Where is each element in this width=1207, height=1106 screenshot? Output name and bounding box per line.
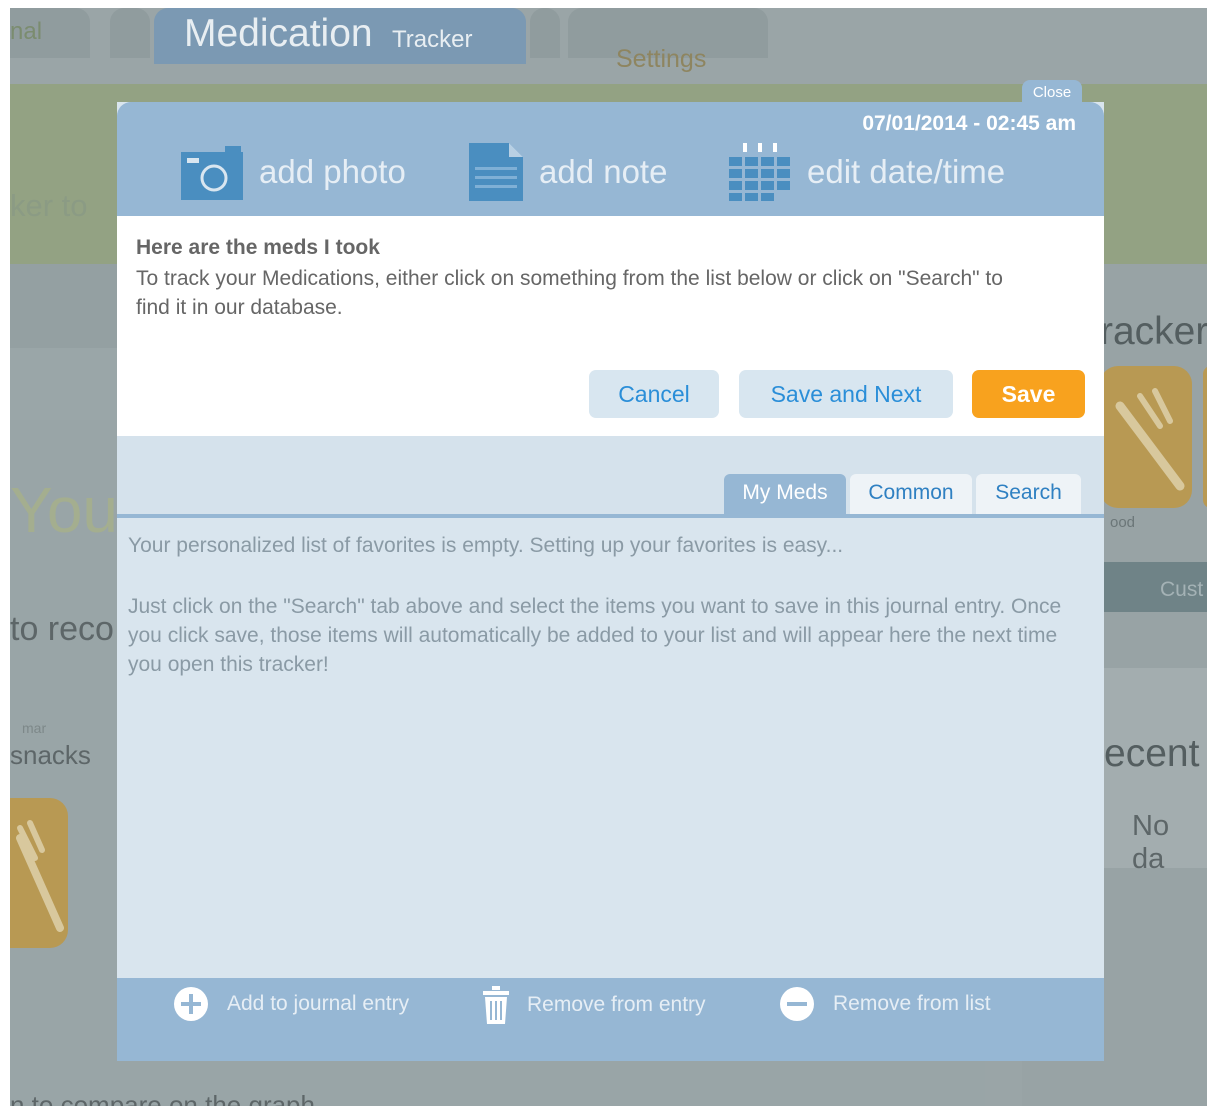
bg-custom-label: Cust bbox=[1160, 578, 1204, 601]
modal-header: 07/01/2014 - 02:45 am add photo add note bbox=[117, 102, 1104, 216]
bg-bottom-text: n to compare on the graph bbox=[10, 1090, 315, 1106]
help-message: Just click on the "Search" tab above and… bbox=[128, 595, 1062, 676]
bg-food-label: ood bbox=[1110, 514, 1136, 531]
bg-snacks-label: snacks bbox=[10, 740, 91, 770]
add-to-journal-label: Add to journal entry bbox=[227, 992, 410, 1015]
cancel-button[interactable]: Cancel bbox=[589, 370, 719, 418]
bg-tab-journal-label: nal bbox=[10, 18, 43, 45]
add-to-journal-button[interactable]: Add to journal entry bbox=[173, 986, 409, 1022]
bg-heading-you: You bbox=[10, 474, 118, 546]
edit-datetime-label: edit date/time bbox=[807, 153, 1006, 190]
add-note-button[interactable]: add note bbox=[469, 142, 667, 202]
calendar-icon bbox=[729, 143, 790, 201]
bg-tab-settings-label: Settings bbox=[616, 45, 707, 73]
favorites-list-panel: Your personalized list of favorites is e… bbox=[117, 518, 1104, 978]
bg-food-tile bbox=[10, 798, 68, 948]
edit-datetime-button[interactable]: edit date/time bbox=[729, 142, 1005, 202]
entry-datetime: 07/01/2014 - 02:45 am bbox=[862, 112, 1076, 135]
tab-common[interactable]: Common bbox=[850, 474, 972, 514]
bg-tab-settings: Settings bbox=[568, 8, 768, 73]
bg-food-tile bbox=[1100, 366, 1192, 508]
bg-no-data: No da bbox=[1132, 810, 1170, 875]
empty-list-message: Your personalized list of favorites is e… bbox=[128, 534, 844, 557]
fork-knife-icon bbox=[1115, 388, 1185, 491]
bg-tab-medication-sublabel: Tracker bbox=[392, 26, 473, 53]
remove-from-list-button[interactable]: Remove from list bbox=[779, 986, 991, 1022]
plus-circle-icon bbox=[174, 987, 208, 1021]
add-photo-button[interactable]: add photo bbox=[181, 142, 406, 202]
remove-from-list-label: Remove from list bbox=[833, 992, 991, 1015]
intro-panel: Here are the meds I took To track your M… bbox=[117, 216, 1104, 436]
bg-tab-spacer bbox=[530, 8, 560, 58]
bg-banner-text: ker to bbox=[10, 188, 88, 223]
modal-footer: Add to journal entry Remove from entry R… bbox=[117, 978, 1104, 1061]
bg-tab-medication-label: Medication bbox=[184, 12, 373, 55]
add-note-label: add note bbox=[539, 153, 668, 190]
bg-recent-heading: ecent bbox=[1104, 732, 1200, 775]
bg-tab-journal: nal bbox=[10, 8, 90, 58]
bg-tab-medication: Medication Tracker bbox=[154, 8, 526, 64]
bg-tile-edge bbox=[1203, 366, 1207, 508]
tab-bar: My Meds Common Search bbox=[117, 436, 1104, 516]
tab-search[interactable]: Search bbox=[976, 474, 1081, 514]
fork-knife-icon bbox=[16, 820, 64, 932]
minus-circle-icon bbox=[780, 987, 814, 1021]
bg-tab-spacer bbox=[110, 8, 150, 58]
tab-my-meds[interactable]: My Meds bbox=[724, 474, 846, 514]
remove-from-entry-label: Remove from entry bbox=[527, 993, 706, 1016]
bg-text-to-record: to reco bbox=[10, 610, 114, 648]
camera-icon bbox=[181, 146, 243, 200]
intro-title: Here are the meds I took bbox=[136, 236, 380, 259]
save-button[interactable]: Save bbox=[972, 370, 1085, 418]
remove-from-entry-button[interactable]: Remove from entry bbox=[483, 986, 706, 1024]
medication-modal: 07/01/2014 - 02:45 am add photo add note bbox=[117, 102, 1104, 1061]
intro-body: To track your Medications, either click … bbox=[136, 267, 1003, 319]
bg-right-heading: racker bbox=[1100, 310, 1207, 353]
add-photo-label: add photo bbox=[259, 153, 406, 190]
save-and-next-button[interactable]: Save and Next bbox=[739, 370, 953, 418]
bg-small-label: mar bbox=[22, 720, 47, 736]
note-icon bbox=[469, 143, 523, 201]
trash-icon bbox=[483, 986, 509, 1024]
